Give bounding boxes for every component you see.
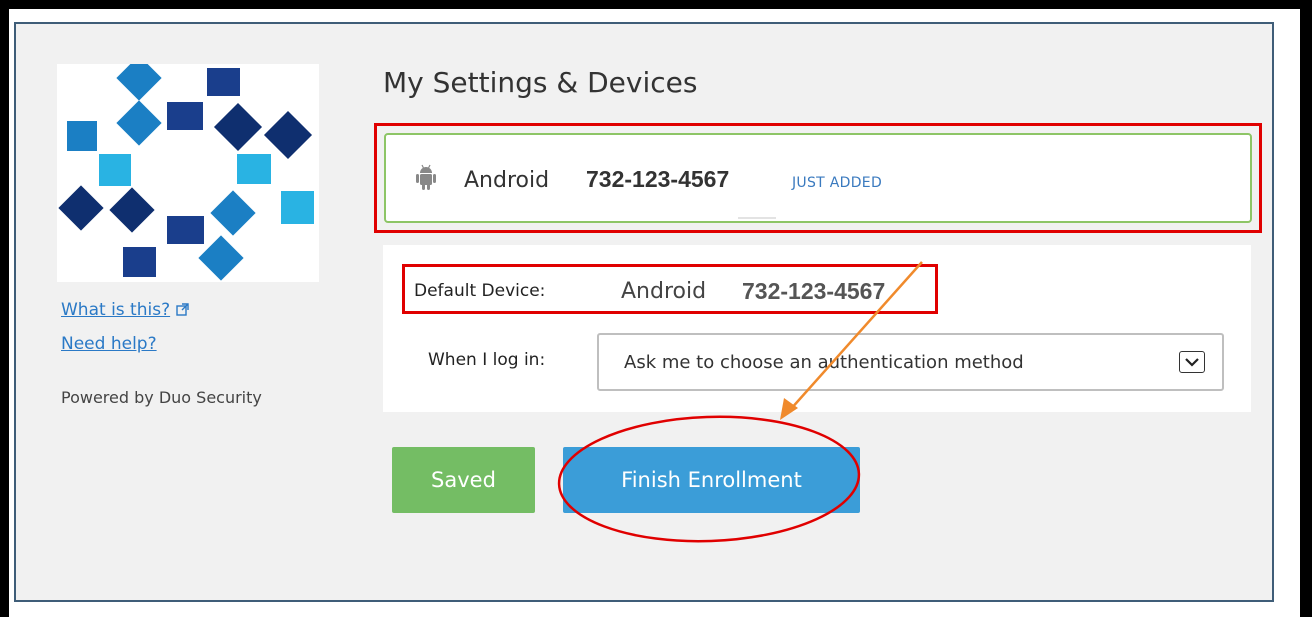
- android-icon: [415, 163, 437, 195]
- logo-pattern-icon: [58, 55, 314, 281]
- default-device-number: 732-123-4567: [742, 278, 886, 304]
- what-is-this-label: What is this?: [61, 300, 171, 320]
- device-number: 732-123-4567: [586, 166, 730, 192]
- login-method-select[interactable]: Ask me to choose an authentication metho…: [597, 333, 1224, 391]
- just-added-badge: JUST ADDED: [792, 175, 883, 191]
- login-method-value: Ask me to choose an authentication metho…: [624, 352, 1024, 373]
- finish-enrollment-button[interactable]: Finish Enrollment: [563, 447, 860, 513]
- card-divider: [738, 217, 776, 219]
- default-device-name: Android: [621, 279, 707, 304]
- page-title: My Settings & Devices: [383, 66, 698, 99]
- duo-logo: [57, 55, 319, 282]
- chevron-down-icon[interactable]: [1179, 351, 1205, 373]
- saved-button[interactable]: Saved: [392, 447, 535, 513]
- external-link-icon: [176, 301, 189, 321]
- default-device-label: Default Device:: [414, 281, 546, 301]
- need-help-link[interactable]: Need help?: [61, 334, 157, 354]
- device-card[interactable]: Android 732-123-4567 JUST ADDED: [384, 133, 1252, 223]
- device-name: Android: [464, 168, 550, 193]
- what-is-this-link[interactable]: What is this?: [61, 300, 189, 321]
- powered-by-text: Powered by Duo Security: [61, 388, 262, 407]
- login-label: When I log in:: [428, 350, 546, 370]
